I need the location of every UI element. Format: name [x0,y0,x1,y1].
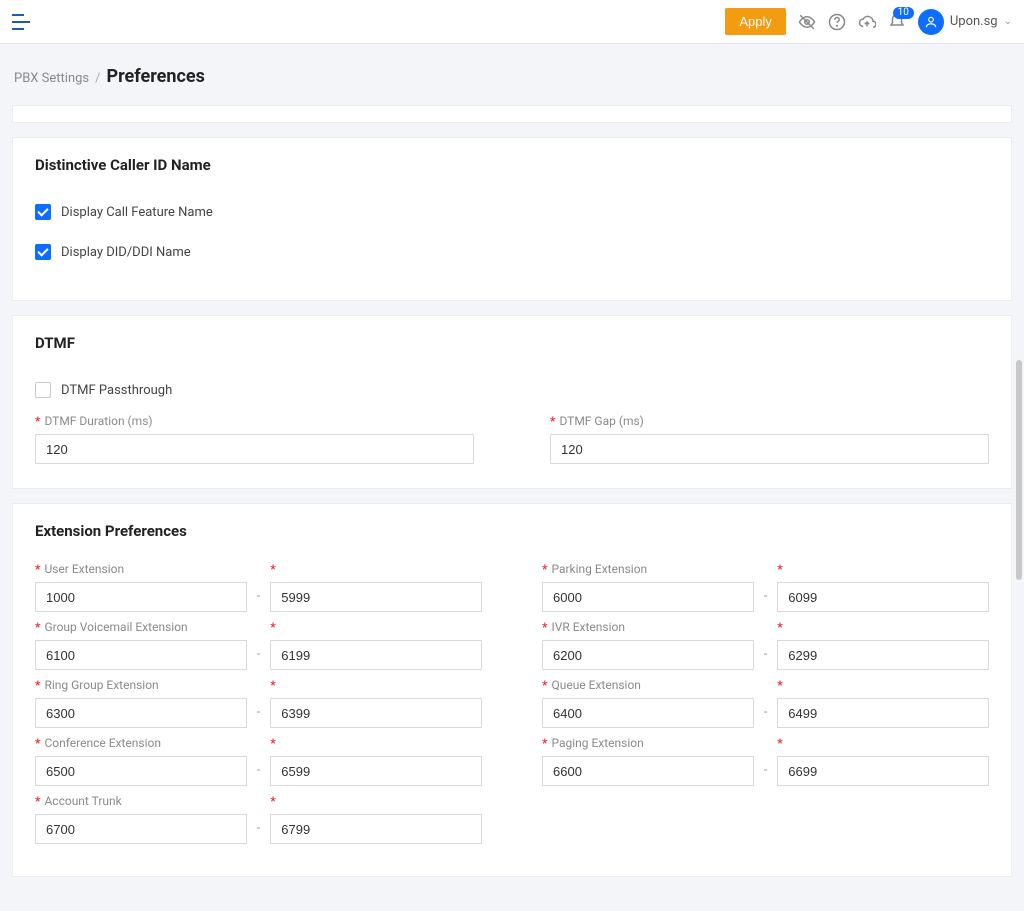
label-conference-extension: *Conference Extension [35,736,247,750]
label-paging-extension: *Paging Extension [542,736,754,750]
section-extension-preferences: Extension Preferences *User Extension - … [12,503,1012,877]
username-label: Upon.sg [950,14,998,29]
input-group-voicemail-to[interactable] [270,640,482,670]
chevron-down-icon: ⌄ [1004,16,1012,27]
top-bar: Apply 10 [0,0,1024,44]
input-ivr-from[interactable] [542,640,754,670]
input-dtmf-duration[interactable] [35,434,474,464]
range-separator: - [257,687,261,720]
section-heading: Extension Preferences [35,522,989,540]
label-display-call-feature: Display Call Feature Name [61,205,213,220]
range-separator: - [257,629,261,662]
input-parking-from[interactable] [542,582,754,612]
user-menu[interactable]: Upon.sg ⌄ [918,9,1012,35]
scrollbar-track[interactable] [1014,100,1022,856]
checkbox-dtmf-passthrough[interactable] [35,382,51,398]
label-account-trunk: *Account Trunk [35,794,247,808]
eye-off-icon[interactable] [798,13,816,31]
notification-badge: 10 [893,7,914,19]
input-parking-to[interactable] [777,582,989,612]
input-dtmf-gap[interactable] [550,434,989,464]
input-paging-from[interactable] [542,756,754,786]
notification-icon[interactable]: 10 [888,13,906,31]
input-queue-to[interactable] [777,698,989,728]
section-distinctive-caller-id: Distinctive Caller ID Name Display Call … [12,137,1012,301]
apply-button[interactable]: Apply [725,8,786,35]
help-icon[interactable] [828,13,846,31]
breadcrumb: PBX Settings / Preferences [0,44,1024,105]
range-separator: - [764,745,768,778]
input-conference-from[interactable] [35,756,247,786]
input-queue-from[interactable] [542,698,754,728]
range-separator: - [764,687,768,720]
input-ivr-to[interactable] [777,640,989,670]
section-dtmf: DTMF DTMF Passthrough *DTMF Duration (ms… [12,315,1012,489]
label-queue-extension: *Queue Extension [542,678,754,692]
label-group-voicemail-extension: *Group Voicemail Extension [35,620,247,634]
label-ring-group-extension: *Ring Group Extension [35,678,247,692]
input-ring-group-to[interactable] [270,698,482,728]
range-separator: - [257,745,261,778]
label-user-extension: *User Extension [35,562,247,576]
range-separator: - [257,803,261,836]
input-ring-group-from[interactable] [35,698,247,728]
spacer-card [12,105,1012,123]
section-heading: DTMF [35,334,989,352]
checkbox-display-did-ddi[interactable] [35,244,51,260]
checkbox-display-call-feature[interactable] [35,204,51,220]
breadcrumb-separator: / [95,71,100,86]
range-separator: - [764,629,768,662]
label-display-did-ddi: Display DID/DDI Name [61,245,191,260]
scrollbar-thumb[interactable] [1016,360,1022,580]
input-user-extension-to[interactable] [270,582,482,612]
section-heading: Distinctive Caller ID Name [35,156,989,174]
range-separator: - [257,571,261,604]
label-dtmf-gap: *DTMF Gap (ms) [550,414,989,428]
label-dtmf-passthrough: DTMF Passthrough [61,383,172,398]
input-user-extension-from[interactable] [35,582,247,612]
menu-toggle-icon[interactable] [12,14,30,30]
range-separator: - [764,571,768,604]
input-account-trunk-from[interactable] [35,814,247,844]
cloud-upload-icon[interactable] [858,13,876,31]
input-conference-to[interactable] [270,756,482,786]
label-dtmf-duration: *DTMF Duration (ms) [35,414,474,428]
input-account-trunk-to[interactable] [270,814,482,844]
breadcrumb-parent[interactable]: PBX Settings [14,71,89,86]
label-parking-extension: *Parking Extension [542,562,754,576]
input-paging-to[interactable] [777,756,989,786]
page-title: Preferences [107,66,205,87]
input-group-voicemail-from[interactable] [35,640,247,670]
avatar-icon [918,9,944,35]
label-ivr-extension: *IVR Extension [542,620,754,634]
